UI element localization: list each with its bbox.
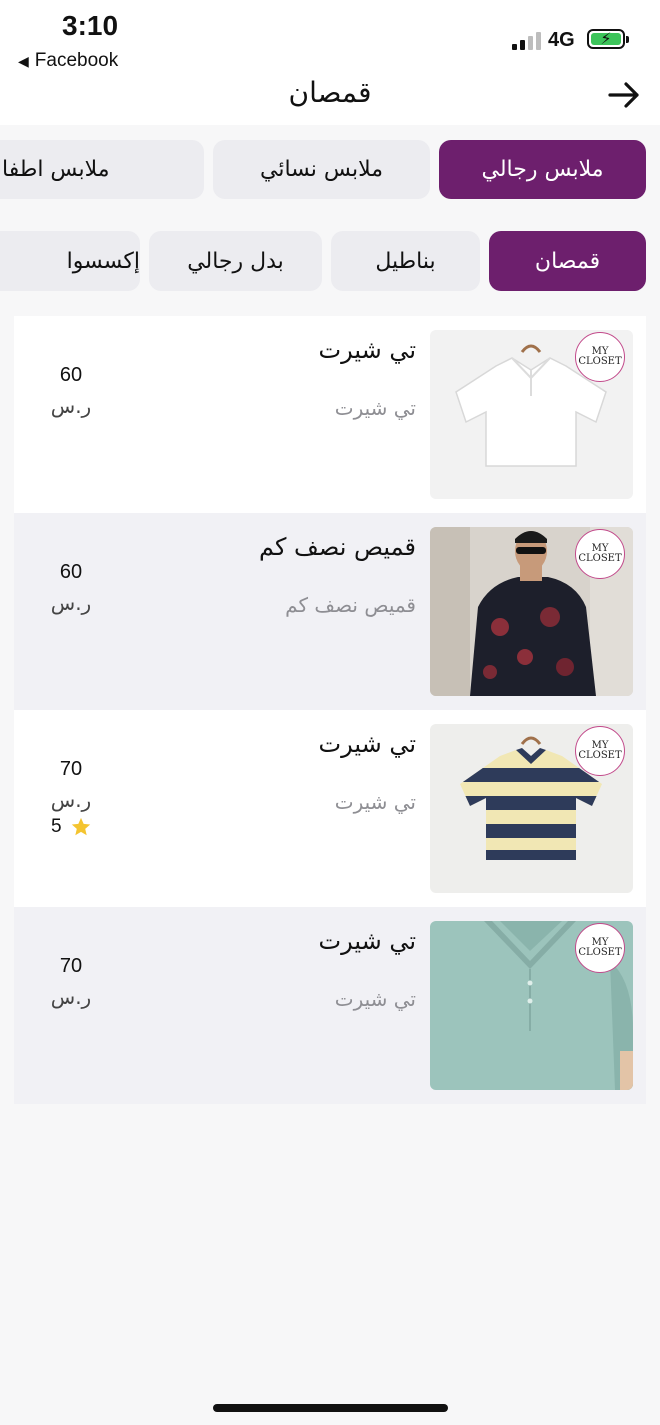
tab-shirts[interactable]: قمصان xyxy=(489,231,646,291)
brand-logo: MY CLOSET xyxy=(575,529,625,579)
product-list: MY CLOSET تي شيرت تي شيرت 60 ر.س MY CLOSET… xyxy=(14,316,646,1104)
subcategory-tabs: قمصان بناطيل بدل رجالي إكسسوا xyxy=(0,231,660,291)
star-icon xyxy=(71,817,90,836)
category-tabs: ملابس رجالي ملابس نسائي ملابس اطفال xyxy=(0,140,660,200)
product-title: تي شيرت xyxy=(318,927,417,955)
product-subtitle: تي شيرت xyxy=(334,396,416,420)
tab-label: بناطيل xyxy=(375,248,436,274)
nav-bar: قمصان xyxy=(0,76,660,125)
product-price: 70 xyxy=(59,955,83,977)
product-currency: ر.س xyxy=(50,394,92,418)
tab-label: ملابس نسائي xyxy=(260,157,383,182)
product-price: 60 xyxy=(59,561,83,583)
product-price: 70 xyxy=(59,758,83,780)
tab-label: ملابس رجالي xyxy=(481,157,604,182)
tab-label: ملابس اطفال xyxy=(0,157,110,182)
signal-icon xyxy=(512,30,541,50)
page-title: قمصان xyxy=(288,76,372,109)
back-to-app-link[interactable]: ◀ Facebook xyxy=(18,50,118,72)
product-title: تي شيرت xyxy=(318,336,417,364)
product-card[interactable]: MY CLOSET تي شيرت تي شيرت 70 ر.س 5 xyxy=(14,710,646,907)
brand-logo: MY CLOSET xyxy=(575,726,625,776)
product-card[interactable]: MY CLOSET تي شيرت تي شيرت 60 ر.س xyxy=(14,316,646,513)
tab-label: قمصان xyxy=(534,248,601,274)
product-currency: ر.س xyxy=(50,591,92,615)
status-bar: 3:10 ◀ Facebook 4G ⚡ xyxy=(0,0,660,80)
product-currency: ر.س xyxy=(50,985,92,1009)
brand-logo: MY CLOSET xyxy=(575,923,625,973)
product-currency: ر.س xyxy=(50,788,92,812)
brand-logo: MY CLOSET xyxy=(575,332,625,382)
product-title: تي شيرت xyxy=(318,730,417,758)
product-image: MY CLOSET xyxy=(430,724,633,893)
tab-label: إكسسوا xyxy=(66,248,140,274)
back-app-label: Facebook xyxy=(34,50,119,71)
arrow-right-icon[interactable] xyxy=(606,77,642,113)
product-subtitle: تي شيرت xyxy=(334,790,416,814)
product-subtitle: تي شيرت xyxy=(334,987,416,1011)
product-rating: 5 xyxy=(51,816,92,838)
tab-kids-clothing[interactable]: ملابس اطفال xyxy=(0,140,204,199)
back-triangle-icon: ◀ xyxy=(18,52,29,69)
tab-women-clothing[interactable]: ملابس نسائي xyxy=(213,140,430,199)
product-card[interactable]: MY CLOSET قميص نصف كم قميص نصف كم 60 ر.س xyxy=(14,513,646,710)
product-image: MY CLOSET xyxy=(430,527,633,696)
product-card[interactable]: MY CLOSET تي شيرت تي شيرت 70 ر.س xyxy=(14,907,646,1104)
tab-men-suits[interactable]: بدل رجالي xyxy=(149,231,322,291)
tab-label: بدل رجالي xyxy=(187,248,284,274)
product-image: MY CLOSET xyxy=(430,921,633,1090)
product-price: 60 xyxy=(59,364,83,386)
tab-men-clothing[interactable]: ملابس رجالي xyxy=(439,140,646,199)
tab-pants[interactable]: بناطيل xyxy=(331,231,480,291)
tab-accessories[interactable]: إكسسوا xyxy=(0,231,140,291)
network-type: 4G xyxy=(548,29,575,51)
product-subtitle: قميص نصف كم xyxy=(285,593,416,617)
battery-icon: ⚡ xyxy=(587,29,629,49)
rating-value: 5 xyxy=(51,816,62,837)
status-time: 3:10 xyxy=(62,10,119,41)
home-indicator[interactable] xyxy=(213,1404,448,1412)
product-image: MY CLOSET xyxy=(430,330,633,499)
product-title: قميص نصف كم xyxy=(259,533,416,561)
